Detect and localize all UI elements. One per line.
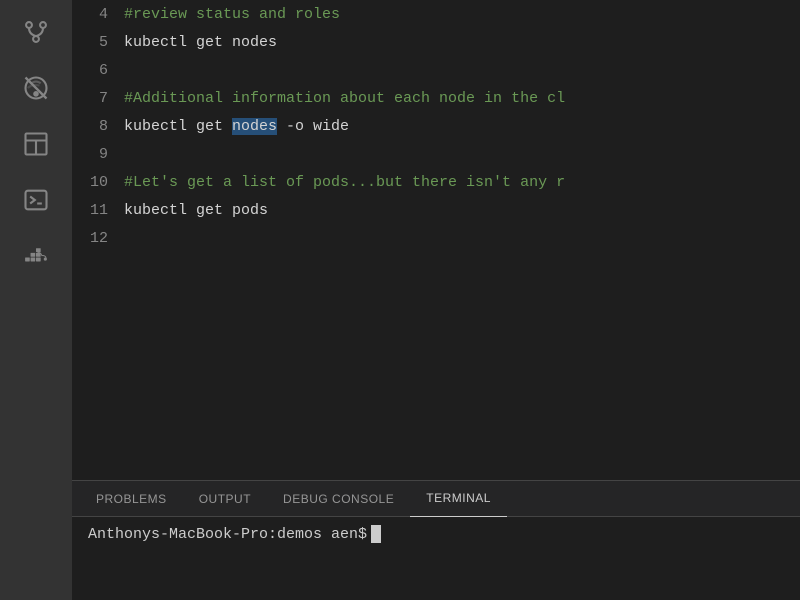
line-number: 9	[72, 146, 124, 163]
panel-area: PROBLEMS OUTPUT DEBUG CONSOLE TERMINAL A…	[72, 480, 800, 600]
line-number: 7	[72, 90, 124, 107]
tab-debug-console[interactable]: DEBUG CONSOLE	[267, 481, 410, 517]
layout-icon[interactable]	[12, 120, 60, 168]
line-content: #review status and roles	[124, 6, 340, 23]
docker-icon[interactable]	[12, 232, 60, 280]
line-number: 10	[72, 174, 124, 191]
remote-icon[interactable]	[12, 64, 60, 112]
line-number: 5	[72, 34, 124, 51]
table-row: 10 #Let's get a list of pods...but there…	[72, 168, 800, 196]
line-number: 8	[72, 118, 124, 135]
panel-tabs: PROBLEMS OUTPUT DEBUG CONSOLE TERMINAL	[72, 481, 800, 517]
table-row: 4 #review status and roles	[72, 0, 800, 28]
terminal-line: Anthonys-MacBook-Pro:demos aen$	[88, 525, 784, 543]
tab-output[interactable]: OUTPUT	[183, 481, 267, 517]
line-content	[124, 230, 133, 247]
terminal-prompt: Anthonys-MacBook-Pro:demos aen$	[88, 526, 367, 543]
activity-bar	[0, 0, 72, 600]
terminal-content: Anthonys-MacBook-Pro:demos aen$	[72, 517, 800, 600]
line-content: kubectl get nodes -o wide	[124, 118, 349, 135]
tab-terminal[interactable]: TERMINAL	[410, 481, 507, 517]
source-control-icon[interactable]	[12, 8, 60, 56]
line-content: kubectl get nodes	[124, 34, 277, 51]
line-number: 12	[72, 230, 124, 247]
table-row: 7 #Additional information about each nod…	[72, 84, 800, 112]
table-row: 12	[72, 224, 800, 252]
line-number: 6	[72, 62, 124, 79]
table-row: 11 kubectl get pods	[72, 196, 800, 224]
line-number: 4	[72, 6, 124, 23]
line-content	[124, 62, 133, 79]
terminal-cursor	[371, 525, 381, 543]
line-content	[124, 146, 133, 163]
table-row: 6	[72, 56, 800, 84]
code-lines: 4 #review status and roles 5 kubectl get…	[72, 0, 800, 252]
line-content: #Let's get a list of pods...but there is…	[124, 174, 565, 191]
line-number: 11	[72, 202, 124, 219]
table-row: 8 kubectl get nodes -o wide	[72, 112, 800, 140]
line-content: kubectl get pods	[124, 202, 268, 219]
table-row: 9	[72, 140, 800, 168]
tab-problems[interactable]: PROBLEMS	[80, 481, 183, 517]
terminal-icon[interactable]	[12, 176, 60, 224]
table-row: 5 kubectl get nodes	[72, 28, 800, 56]
line-content: #Additional information about each node …	[124, 90, 565, 107]
editor-area: 4 #review status and roles 5 kubectl get…	[72, 0, 800, 480]
main-area: 4 #review status and roles 5 kubectl get…	[72, 0, 800, 600]
